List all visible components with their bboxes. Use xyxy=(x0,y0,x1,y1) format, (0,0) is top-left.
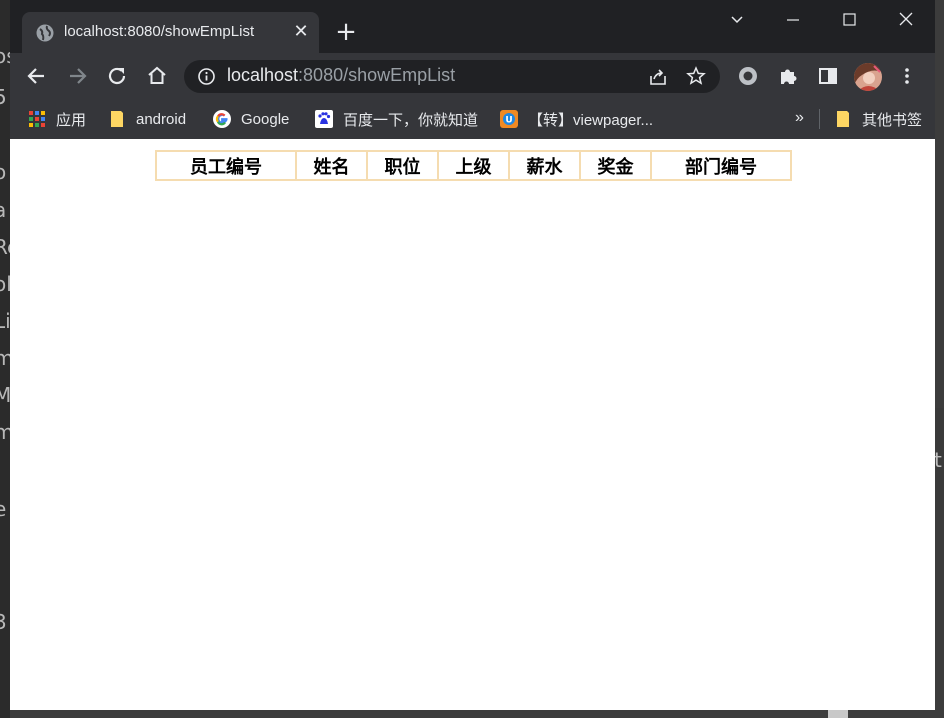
url-text[interactable]: localhost:8080/showEmpList xyxy=(227,65,455,86)
bookmark-label: 【转】viewpager... xyxy=(528,111,654,129)
baidu-icon xyxy=(315,110,333,128)
background-text: M xyxy=(0,383,10,407)
background-text: o xyxy=(0,160,7,184)
other-bookmarks-folder[interactable]: 其他书签 xyxy=(834,108,922,130)
page-icon: U xyxy=(500,110,518,128)
background-text: m xyxy=(0,420,10,444)
extensions-puzzle-icon[interactable] xyxy=(777,65,799,87)
side-panel-icon[interactable] xyxy=(817,65,839,87)
background-text: 3 xyxy=(0,610,7,634)
maximize-icon[interactable] xyxy=(834,10,864,30)
profile-avatar[interactable] xyxy=(854,63,882,91)
bookmark-baidu[interactable]: 百度一下，你就知道 xyxy=(315,108,478,130)
column-header-name: 姓名 xyxy=(296,151,367,180)
url-path: :8080/showEmpList xyxy=(298,65,456,85)
reload-icon[interactable] xyxy=(104,63,130,89)
bookmark-label: 其他书签 xyxy=(862,111,923,129)
bookmark-star-icon[interactable] xyxy=(686,66,706,86)
background-text: Re xyxy=(0,235,10,259)
bookmark-label: Google xyxy=(241,110,290,128)
svg-text:U: U xyxy=(505,116,512,126)
column-header-emp-no: 员工编号 xyxy=(156,151,296,180)
bookmark-label: 百度一下，你就知道 xyxy=(343,111,479,129)
new-tab-button[interactable]: + xyxy=(334,19,358,45)
tab-title: localhost:8080/showEmpList xyxy=(64,23,255,40)
info-icon[interactable] xyxy=(197,67,216,86)
back-arrow-icon[interactable] xyxy=(24,63,50,89)
google-icon xyxy=(213,110,231,128)
folder-icon xyxy=(111,111,123,127)
url-host: localhost xyxy=(227,65,299,85)
page-viewport: 员工编号 姓名 职位 上级 薪水 奖金 部门编号 xyxy=(10,139,935,710)
more-menu-icon[interactable] xyxy=(896,65,918,87)
bookmarks-overflow-button[interactable]: » xyxy=(795,107,804,129)
background-text: t xyxy=(934,448,942,472)
background-text: ol xyxy=(0,272,10,296)
employee-table: 员工编号 姓名 职位 上级 薪水 奖金 部门编号 xyxy=(155,150,792,181)
bookmarks-bar: 应用 android Google 百度一下，你就知道 U 【转】viewpag… xyxy=(10,99,935,139)
bookmark-google[interactable]: Google xyxy=(213,108,289,130)
extension-record-icon[interactable] xyxy=(737,65,759,87)
background-text: os xyxy=(0,44,10,68)
bookmark-folder-android[interactable]: android xyxy=(108,108,186,130)
browser-toolbar: localhost:8080/showEmpList xyxy=(10,53,935,99)
column-header-salary: 薪水 xyxy=(509,151,580,180)
browser-window: localhost:8080/showEmpList ✕ + localhost… xyxy=(10,0,935,710)
column-header-manager: 上级 xyxy=(438,151,509,180)
address-bar[interactable]: localhost:8080/showEmpList xyxy=(184,60,720,93)
close-tab-icon[interactable]: ✕ xyxy=(290,21,312,43)
column-header-bonus: 奖金 xyxy=(580,151,651,180)
forward-arrow-icon[interactable] xyxy=(64,63,90,89)
share-icon[interactable] xyxy=(648,67,668,87)
minimize-icon[interactable] xyxy=(778,10,808,30)
close-window-icon[interactable] xyxy=(891,10,921,30)
bookmark-viewpager[interactable]: U 【转】viewpager... xyxy=(500,108,653,130)
apps-grid-icon xyxy=(29,111,45,127)
background-scrollbar xyxy=(828,710,848,718)
background-text: a xyxy=(0,198,7,222)
background-text: m xyxy=(0,346,10,370)
tab-search-icon[interactable] xyxy=(722,10,752,30)
column-header-dept-no: 部门编号 xyxy=(651,151,791,180)
background-window-edge: os 5 o a Re ol Li m M m e 3 xyxy=(0,0,10,718)
globe-icon xyxy=(36,24,54,42)
home-icon[interactable] xyxy=(144,63,170,89)
folder-icon xyxy=(837,111,849,127)
bookmark-label: 应用 xyxy=(56,111,87,129)
background-text: Li xyxy=(0,309,10,333)
background-window-edge-right: t xyxy=(934,408,944,510)
table-header-row: 员工编号 姓名 职位 上级 薪水 奖金 部门编号 xyxy=(156,151,791,180)
bookmark-apps[interactable]: 应用 xyxy=(28,108,86,130)
tab-active[interactable]: localhost:8080/showEmpList ✕ xyxy=(22,12,319,53)
tab-strip: localhost:8080/showEmpList ✕ + xyxy=(10,0,935,53)
background-text: 5 xyxy=(0,85,7,109)
column-header-job: 职位 xyxy=(367,151,438,180)
background-text: e xyxy=(0,497,7,521)
bookmark-label: android xyxy=(136,110,187,128)
bookmarks-divider xyxy=(819,109,820,129)
